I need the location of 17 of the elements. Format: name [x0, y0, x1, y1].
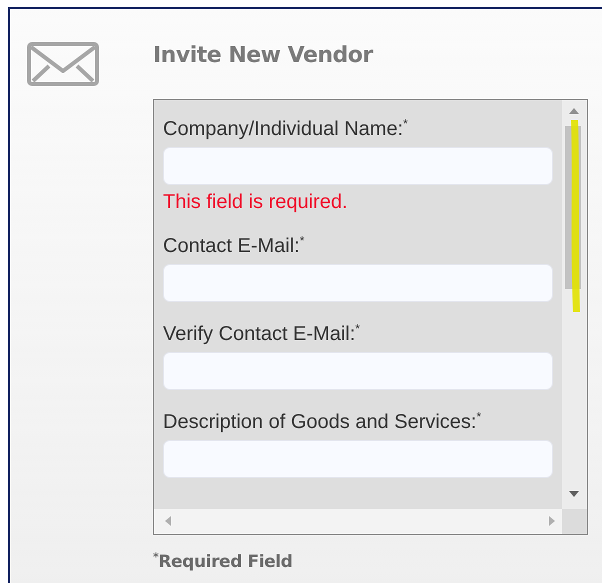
envelope-icon: [27, 42, 99, 86]
field-label: Verify Contact E-Mail:$^{*}$: [163, 322, 361, 346]
required-note: $^{*}$Required Field: [153, 551, 294, 573]
input-field[interactable]: [163, 264, 553, 302]
error-message: This field is required.: [163, 190, 349, 214]
scroll-right-icon[interactable]: [549, 516, 555, 526]
field-label: Company/Individual Name:$^{*}$: [163, 117, 409, 141]
input-field[interactable]: [163, 352, 553, 390]
field-label: Description of Goods and Services:$^{*}$: [163, 410, 482, 434]
scroll-up-icon[interactable]: [569, 108, 579, 114]
field-label: Contact E-Mail:$^{*}$: [163, 234, 306, 258]
input-field[interactable]: [163, 440, 553, 478]
scrollbar-corner: [562, 509, 587, 534]
input-field[interactable]: [163, 147, 553, 185]
dialog-title: Invite New Vendor: [153, 42, 374, 70]
scroll-down-icon[interactable]: [569, 491, 579, 497]
scroll-left-icon[interactable]: [165, 516, 171, 526]
